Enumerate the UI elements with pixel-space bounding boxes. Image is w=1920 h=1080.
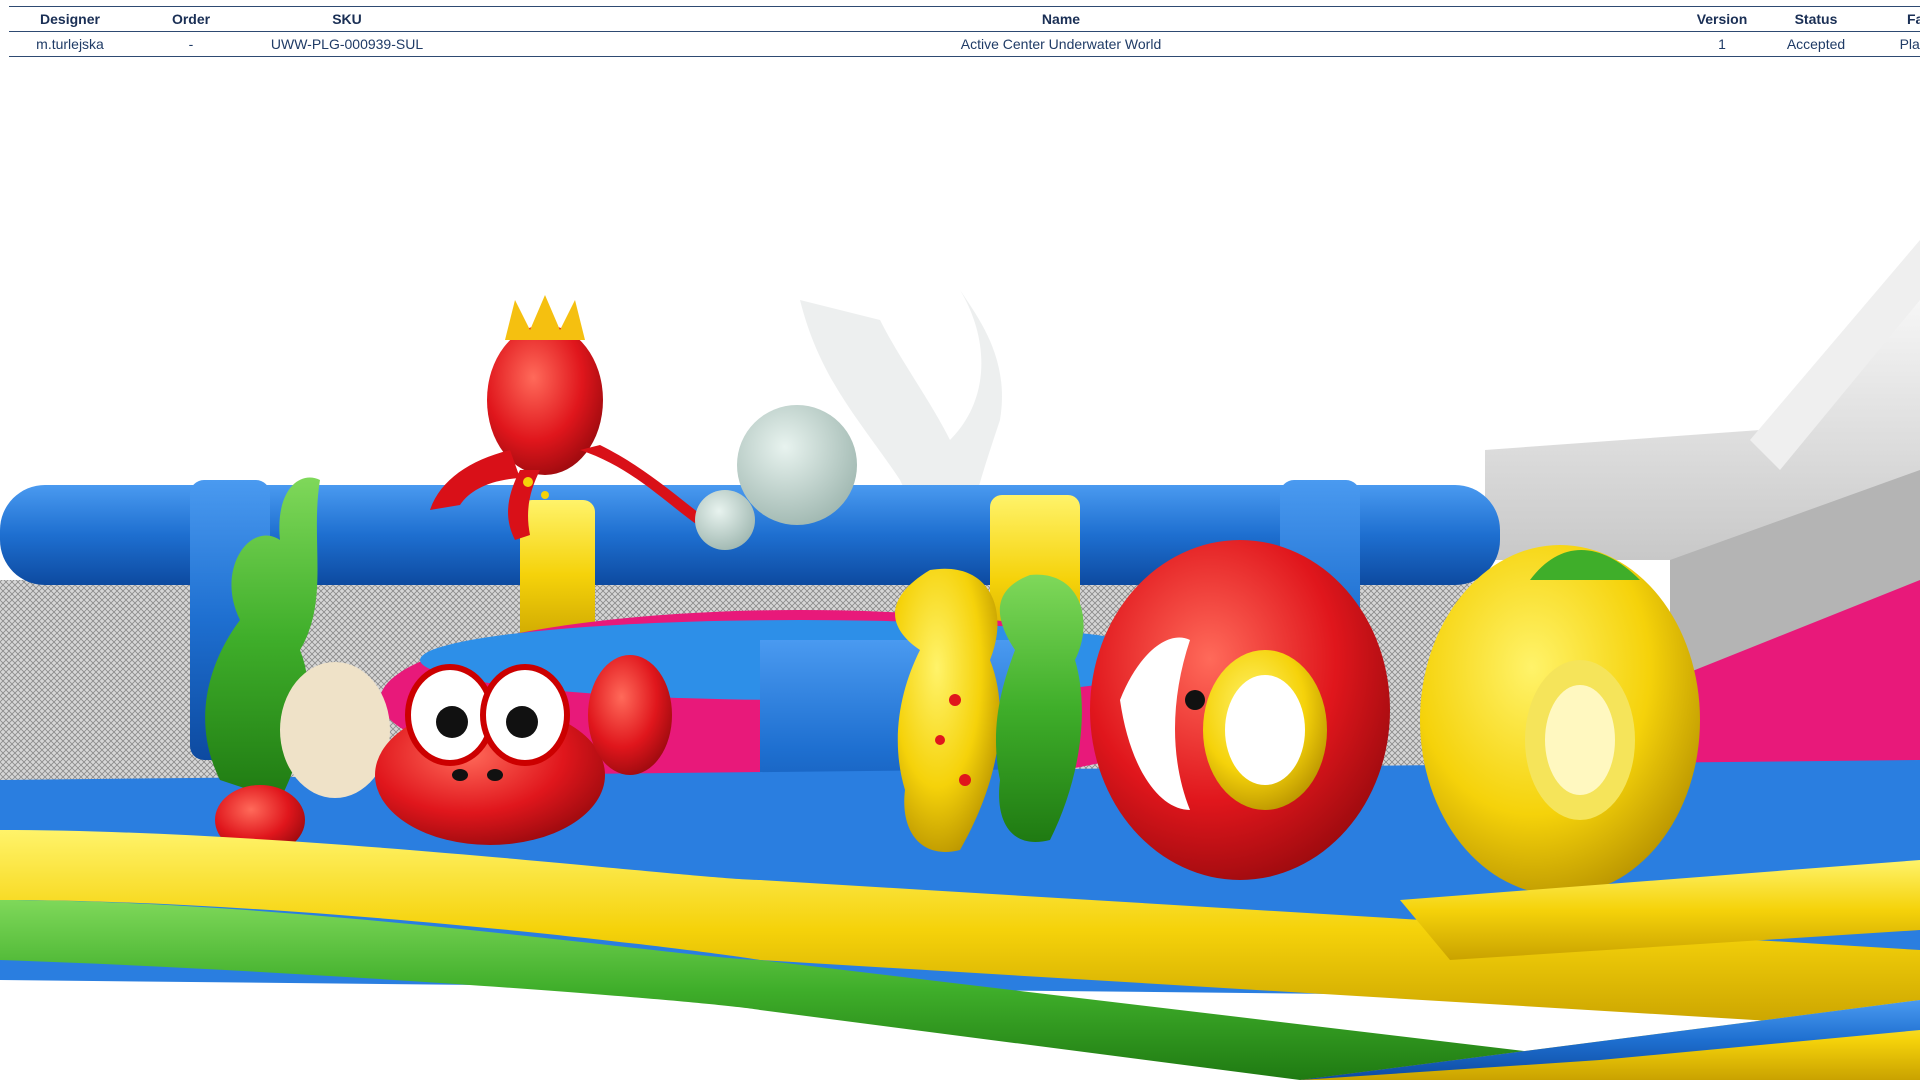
cell-order: -: [131, 31, 251, 57]
header-sku: SKU: [251, 6, 443, 32]
header-designer: Designer: [9, 6, 131, 32]
header-name: Name: [443, 6, 1679, 32]
cell-version: 1: [1679, 31, 1765, 57]
red-fish-figure: [1090, 540, 1390, 880]
cell-fabric: Plasicota: [1867, 31, 1920, 57]
product-spec-table: Designer Order SKU Name Version Status F…: [9, 6, 1920, 57]
header-order: Order: [131, 6, 251, 32]
table-row: m.turlejska - UWW-PLG-000939-SUL Active …: [9, 31, 1920, 57]
cell-designer: m.turlejska: [9, 31, 131, 57]
inflatable-illustration: [0, 240, 1920, 1080]
shell-figure: [280, 662, 390, 798]
product-render-image: [0, 60, 1920, 1080]
cell-status: Accepted: [1765, 31, 1867, 57]
table-header-row: Designer Order SKU Name Version Status F…: [9, 6, 1920, 32]
header-version: Version: [1679, 6, 1765, 32]
header-status: Status: [1765, 6, 1867, 32]
cell-name: Active Center Underwater World: [443, 31, 1679, 57]
cell-sku: UWW-PLG-000939-SUL: [251, 31, 443, 57]
ball-figure: [737, 405, 857, 525]
yellow-fish-figure: [1420, 545, 1700, 895]
header-fabric: Fabric: [1867, 6, 1920, 32]
